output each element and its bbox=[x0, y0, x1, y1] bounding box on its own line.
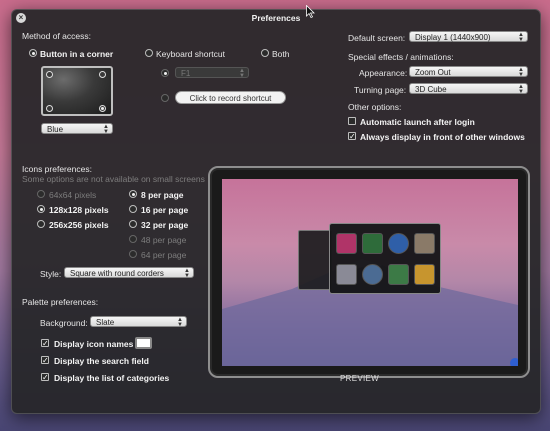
style-label: Style: bbox=[40, 269, 62, 279]
title-bar: × Preferences bbox=[12, 10, 540, 26]
preview-screen bbox=[222, 179, 518, 366]
auto-launch-label: Automatic launch after login bbox=[360, 117, 475, 127]
icon-names-checkbox[interactable]: ✓ bbox=[41, 339, 49, 348]
app-icon bbox=[362, 233, 383, 254]
background-label: Background: bbox=[40, 318, 88, 328]
preview-label: PREVIEW bbox=[340, 374, 379, 383]
button-color-select[interactable]: Blue ▲ ▼ bbox=[41, 123, 113, 134]
chevron-updown-icon: ▲ ▼ bbox=[518, 83, 524, 95]
radio-size-128[interactable] bbox=[37, 205, 45, 213]
app-icon bbox=[336, 233, 357, 254]
icon-style-select[interactable]: Square with round corders ▲ ▼ bbox=[64, 267, 194, 278]
both-label: Both bbox=[272, 49, 290, 59]
size-256-label: 256x256 pixels bbox=[49, 220, 109, 230]
other-options-heading: Other options: bbox=[348, 102, 402, 112]
turning-page-select[interactable]: 3D Cube ▲ ▼ bbox=[409, 83, 528, 94]
per-page-8-label: 8 per page bbox=[141, 190, 184, 200]
chevron-updown-icon: ▲ ▼ bbox=[518, 66, 524, 78]
window-title: Preferences bbox=[251, 13, 301, 23]
categories-label: Display the list of categories bbox=[54, 373, 170, 383]
keyboard-shortcut-label: Keyboard shortcut bbox=[156, 49, 225, 59]
radio-48-per-page[interactable] bbox=[129, 235, 137, 243]
button-in-corner-label: Button in a corner bbox=[40, 49, 114, 59]
mouse-cursor-icon bbox=[306, 5, 315, 18]
icons-note: Some options are not available on small … bbox=[22, 174, 205, 184]
per-page-64-label: 64 per page bbox=[141, 250, 187, 260]
corner-top-right[interactable] bbox=[99, 71, 106, 78]
default-screen-value: Display 1 (1440x900) bbox=[415, 33, 491, 42]
button-color-value: Blue bbox=[47, 125, 64, 134]
background-value: Slate bbox=[96, 318, 115, 327]
always-front-label: Always display in front of other windows bbox=[360, 132, 525, 142]
effects-heading: Special effects / animations: bbox=[348, 52, 454, 62]
app-icon bbox=[362, 264, 383, 285]
corner-bottom-left[interactable] bbox=[46, 105, 53, 112]
chevron-updown-icon: ▲ ▼ bbox=[239, 67, 245, 79]
default-screen-label: Default screen: bbox=[348, 33, 406, 43]
radio-record-shortcut[interactable] bbox=[161, 94, 169, 102]
access-heading: Method of access: bbox=[22, 31, 91, 41]
icon-names-label: Display icon names bbox=[54, 339, 134, 349]
record-shortcut-button[interactable]: Click to record shortcut bbox=[175, 91, 286, 104]
default-screen-select[interactable]: Display 1 (1440x900) ▲ ▼ bbox=[409, 31, 528, 42]
mini-category-list bbox=[298, 230, 332, 290]
radio-keyboard-shortcut[interactable] bbox=[145, 49, 153, 57]
radio-size-256[interactable] bbox=[37, 220, 45, 228]
chevron-updown-icon: ▲ ▼ bbox=[177, 316, 183, 328]
size-128-label: 128x128 pixels bbox=[49, 205, 109, 215]
corner-top-left[interactable] bbox=[46, 71, 53, 78]
categories-checkbox[interactable]: ✓ bbox=[41, 373, 49, 382]
radio-both[interactable] bbox=[261, 49, 269, 57]
radio-16-per-page[interactable] bbox=[129, 205, 137, 213]
turning-page-label: Turning page: bbox=[354, 85, 407, 95]
chevron-updown-icon: ▲ ▼ bbox=[184, 267, 190, 279]
preferences-window: × Preferences Method of access: Button i… bbox=[11, 9, 541, 414]
per-page-16-label: 16 per page bbox=[141, 205, 189, 215]
preview-frame bbox=[208, 166, 530, 378]
app-icon bbox=[414, 233, 435, 254]
auto-launch-checkbox[interactable] bbox=[348, 117, 356, 125]
palette-heading: Palette preferences: bbox=[22, 297, 99, 307]
radio-32-per-page[interactable] bbox=[129, 220, 137, 228]
app-icon bbox=[414, 264, 435, 285]
chevron-updown-icon: ▲ ▼ bbox=[518, 31, 524, 43]
radio-8-per-page[interactable] bbox=[129, 190, 137, 198]
radio-button-in-corner[interactable] bbox=[29, 49, 37, 57]
icon-style-value: Square with round corders bbox=[70, 269, 164, 278]
app-icon bbox=[388, 233, 409, 254]
icons-heading: Icons preferences: bbox=[22, 164, 92, 174]
corner-bottom-right[interactable] bbox=[99, 105, 106, 112]
radio-64-per-page[interactable] bbox=[129, 250, 137, 258]
corner-selector[interactable] bbox=[41, 66, 113, 116]
search-field-checkbox[interactable]: ✓ bbox=[41, 356, 49, 365]
background-select[interactable]: Slate ▲ ▼ bbox=[90, 316, 187, 327]
size-64-label: 64x64 pixels bbox=[49, 190, 97, 200]
shortcut-key-select[interactable]: F1 ▲ ▼ bbox=[175, 67, 249, 78]
shortcut-key-value: F1 bbox=[181, 69, 191, 78]
app-icon bbox=[336, 264, 357, 285]
always-front-checkbox[interactable]: ✓ bbox=[348, 132, 356, 141]
radio-shortcut-key[interactable] bbox=[161, 69, 169, 77]
appearance-label: Appearance: bbox=[359, 68, 408, 78]
turning-page-value: 3D Cube bbox=[415, 85, 447, 94]
corner-button-icon bbox=[510, 358, 518, 366]
app-icon bbox=[388, 264, 409, 285]
per-page-48-label: 48 per page bbox=[141, 235, 187, 245]
chevron-updown-icon: ▲ ▼ bbox=[103, 123, 109, 135]
appearance-value: Zoom Out bbox=[415, 68, 451, 77]
radio-size-64[interactable] bbox=[37, 190, 45, 198]
per-page-32-label: 32 per page bbox=[141, 220, 189, 230]
mini-palette bbox=[329, 223, 441, 294]
appearance-select[interactable]: Zoom Out ▲ ▼ bbox=[409, 66, 528, 77]
search-field-label: Display the search field bbox=[54, 356, 149, 366]
icon-name-color-swatch[interactable] bbox=[135, 337, 152, 349]
